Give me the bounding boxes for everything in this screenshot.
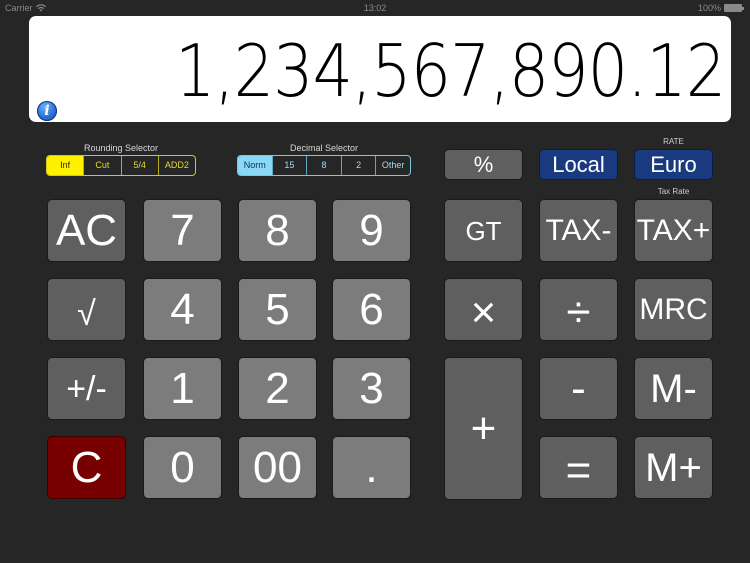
tax-minus-button[interactable]: TAX- bbox=[539, 199, 618, 262]
decimal-option-8[interactable]: 8 bbox=[306, 156, 341, 175]
rounding-selector: Inf Cut 5/4 ADD2 bbox=[46, 155, 196, 176]
rounding-option-add2[interactable]: ADD2 bbox=[157, 156, 195, 175]
rate-label: RATE bbox=[663, 137, 684, 146]
divide-button[interactable]: ÷ bbox=[539, 278, 618, 341]
decimal-option-norm[interactable]: Norm bbox=[238, 156, 272, 175]
calculator-display: 1,234,567,890.12 i bbox=[29, 16, 731, 122]
decimal-point-button[interactable]: . bbox=[332, 436, 411, 499]
memory-plus-button[interactable]: M+ bbox=[634, 436, 713, 499]
square-root-button[interactable]: √ bbox=[47, 278, 126, 341]
all-clear-button[interactable]: AC bbox=[47, 199, 126, 262]
decimal-option-15[interactable]: 15 bbox=[271, 156, 307, 175]
info-icon[interactable]: i bbox=[37, 101, 57, 121]
display-value: 1,234,567,890.12 bbox=[174, 29, 726, 113]
digit-3-button[interactable]: 3 bbox=[332, 357, 411, 420]
digit-7-button[interactable]: 7 bbox=[143, 199, 222, 262]
rounding-option-cut[interactable]: Cut bbox=[83, 156, 120, 175]
multiply-button[interactable]: × bbox=[444, 278, 523, 341]
decimal-option-2[interactable]: 2 bbox=[340, 156, 376, 175]
digit-4-button[interactable]: 4 bbox=[143, 278, 222, 341]
decimal-selector-label: Decimal Selector bbox=[289, 143, 359, 153]
percent-button[interactable]: % bbox=[444, 149, 523, 180]
clear-button[interactable]: C bbox=[47, 436, 126, 499]
equals-button[interactable]: = bbox=[539, 436, 618, 499]
digit-5-button[interactable]: 5 bbox=[238, 278, 317, 341]
decimal-option-other[interactable]: Other bbox=[375, 156, 410, 175]
plus-button[interactable]: + bbox=[444, 357, 523, 500]
digit-6-button[interactable]: 6 bbox=[332, 278, 411, 341]
rounding-option-5-4[interactable]: 5/4 bbox=[120, 156, 158, 175]
minus-button[interactable]: - bbox=[539, 357, 618, 420]
status-bar: Carrier 13:02 100% bbox=[0, 0, 750, 16]
local-currency-button[interactable]: Local bbox=[539, 149, 618, 180]
status-time: 13:02 bbox=[363, 3, 387, 13]
digit-1-button[interactable]: 1 bbox=[143, 357, 222, 420]
digit-8-button[interactable]: 8 bbox=[238, 199, 317, 262]
battery-icon bbox=[724, 4, 744, 12]
digit-0-button[interactable]: 0 bbox=[143, 436, 222, 499]
battery-percent: 100% bbox=[697, 3, 721, 13]
grand-total-button[interactable]: GT bbox=[444, 199, 523, 262]
plus-minus-button[interactable]: +/- bbox=[47, 357, 126, 420]
double-zero-button[interactable]: 00 bbox=[238, 436, 317, 499]
digit-2-button[interactable]: 2 bbox=[238, 357, 317, 420]
euro-rate-button[interactable]: Euro bbox=[634, 149, 713, 180]
tax-plus-button[interactable]: TAX+ bbox=[634, 199, 713, 262]
battery-indicator: 100% bbox=[698, 3, 744, 13]
rounding-selector-label: Rounding Selector bbox=[83, 143, 159, 153]
rounding-option-inf[interactable]: Inf bbox=[47, 156, 84, 175]
calculator-app: Carrier 13:02 100% 1,234,567,890.12 i Ro… bbox=[0, 0, 750, 563]
digit-9-button[interactable]: 9 bbox=[332, 199, 411, 262]
memory-minus-button[interactable]: M- bbox=[634, 357, 713, 420]
decimal-selector: Norm 15 8 2 Other bbox=[237, 155, 411, 176]
tax-rate-label: Tax Rate bbox=[657, 187, 690, 196]
memory-recall-button[interactable]: MRC bbox=[634, 278, 713, 341]
